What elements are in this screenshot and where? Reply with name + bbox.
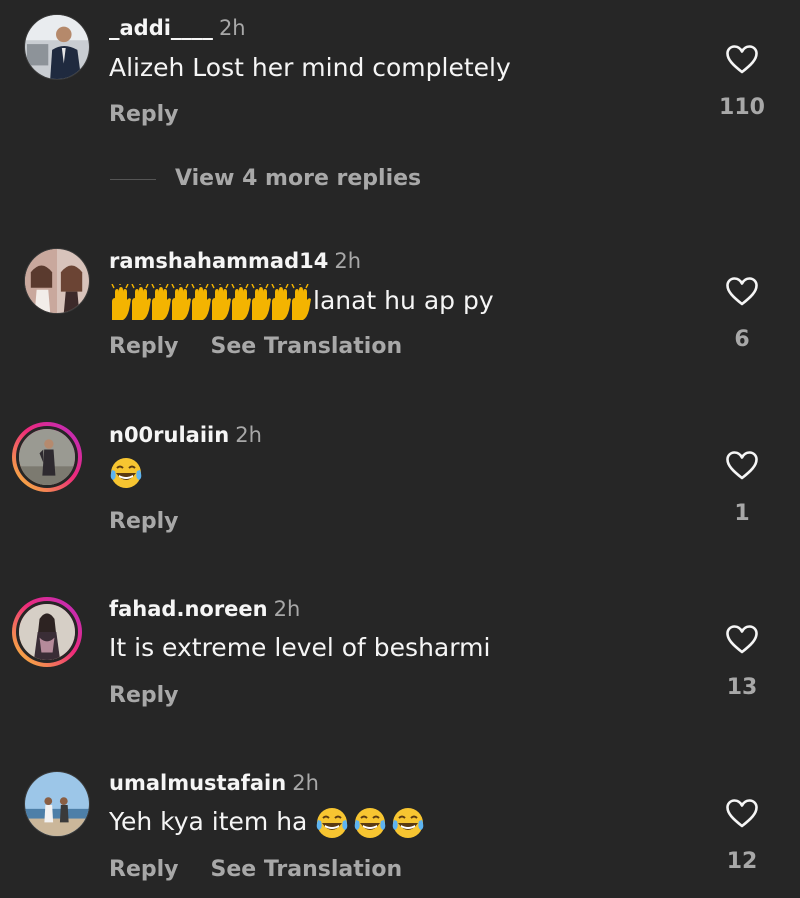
- avatar-story-ring[interactable]: [12, 597, 82, 667]
- reply-button[interactable]: Reply: [109, 102, 179, 127]
- username[interactable]: umalmustafain: [109, 771, 286, 795]
- like-control: 1: [716, 450, 768, 528]
- avatar[interactable]: [24, 14, 90, 80]
- comment-text: lanat hu ap py: [109, 284, 494, 320]
- username[interactable]: fahad.noreen: [109, 597, 268, 621]
- view-more-replies-label[interactable]: View 4 more replies: [175, 165, 421, 193]
- comment-actions: Reply: [109, 508, 211, 536]
- heart-outline-icon[interactable]: [725, 798, 759, 828]
- like-control: 110: [716, 44, 768, 122]
- comment-actions: Reply See Translation: [109, 856, 434, 884]
- face-with-tears-of-joy-icon: [355, 808, 386, 838]
- reply-button[interactable]: Reply: [109, 509, 179, 534]
- avatar-image: [19, 604, 75, 660]
- timestamp: 2h: [235, 423, 262, 447]
- username[interactable]: n00rulaiin: [109, 423, 229, 447]
- comment-text: Yeh kya item ha: [109, 806, 429, 840]
- timestamp: 2h: [334, 249, 362, 273]
- comment-text: Alizeh Lost her mind completely: [109, 53, 511, 82]
- comment-header: ramshahammad14 2h: [109, 248, 361, 274]
- raising-hands-icon: [111, 284, 312, 320]
- comment-text: [109, 456, 147, 490]
- like-count: 1: [734, 501, 750, 526]
- comment-actions: Reply: [109, 682, 211, 710]
- like-control: 13: [716, 624, 768, 702]
- comment-actions: Reply: [109, 101, 211, 129]
- like-control: 6: [716, 276, 768, 354]
- reply-button[interactable]: Reply: [109, 683, 179, 708]
- timestamp: 2h: [292, 771, 319, 795]
- avatar: [16, 601, 78, 663]
- comment-header: umalmustafain 2h: [109, 770, 319, 796]
- heart-outline-icon[interactable]: [725, 44, 759, 74]
- face-with-tears-of-joy-icon: [110, 458, 142, 488]
- like-control: 12: [716, 798, 768, 876]
- comment-header: n00rulaiin 2h: [109, 422, 262, 448]
- comment-text-body: Yeh kya item ha: [109, 807, 308, 836]
- timestamp: 2h: [218, 16, 246, 40]
- username[interactable]: _addi____: [109, 16, 213, 40]
- heart-outline-icon[interactable]: [725, 450, 759, 480]
- avatar[interactable]: [24, 771, 90, 837]
- timestamp: 2h: [273, 597, 301, 621]
- comment-actions: Reply See Translation: [109, 333, 434, 361]
- like-count: 12: [726, 849, 758, 874]
- comment-header: fahad.noreen 2h: [109, 596, 300, 622]
- avatar-image: [25, 249, 89, 313]
- avatar-story-ring[interactable]: [12, 422, 82, 492]
- reply-button[interactable]: Reply: [109, 334, 179, 359]
- like-count: 6: [734, 327, 750, 352]
- comment-text-body: lanat hu ap py: [313, 286, 494, 315]
- avatar-image: [19, 429, 75, 485]
- see-translation-button[interactable]: See Translation: [211, 334, 403, 359]
- heart-outline-icon[interactable]: [725, 276, 759, 306]
- see-translation-button[interactable]: See Translation: [211, 857, 403, 882]
- like-count: 13: [726, 675, 758, 700]
- face-with-tears-of-joy-icon: [317, 808, 348, 838]
- avatar: [16, 426, 78, 488]
- comment-text: It is extreme level of besharmi: [109, 633, 491, 662]
- avatar[interactable]: [24, 248, 90, 314]
- avatar-image: [25, 15, 89, 79]
- username[interactable]: ramshahammad14: [109, 249, 328, 273]
- like-count: 110: [719, 95, 765, 120]
- reply-button[interactable]: Reply: [109, 857, 179, 882]
- replies-divider: [110, 179, 156, 180]
- avatar-image: [25, 772, 89, 836]
- comment-header: _addi____ 2h: [109, 15, 246, 41]
- heart-outline-icon[interactable]: [725, 624, 759, 654]
- face-with-tears-of-joy-icon: [393, 808, 424, 838]
